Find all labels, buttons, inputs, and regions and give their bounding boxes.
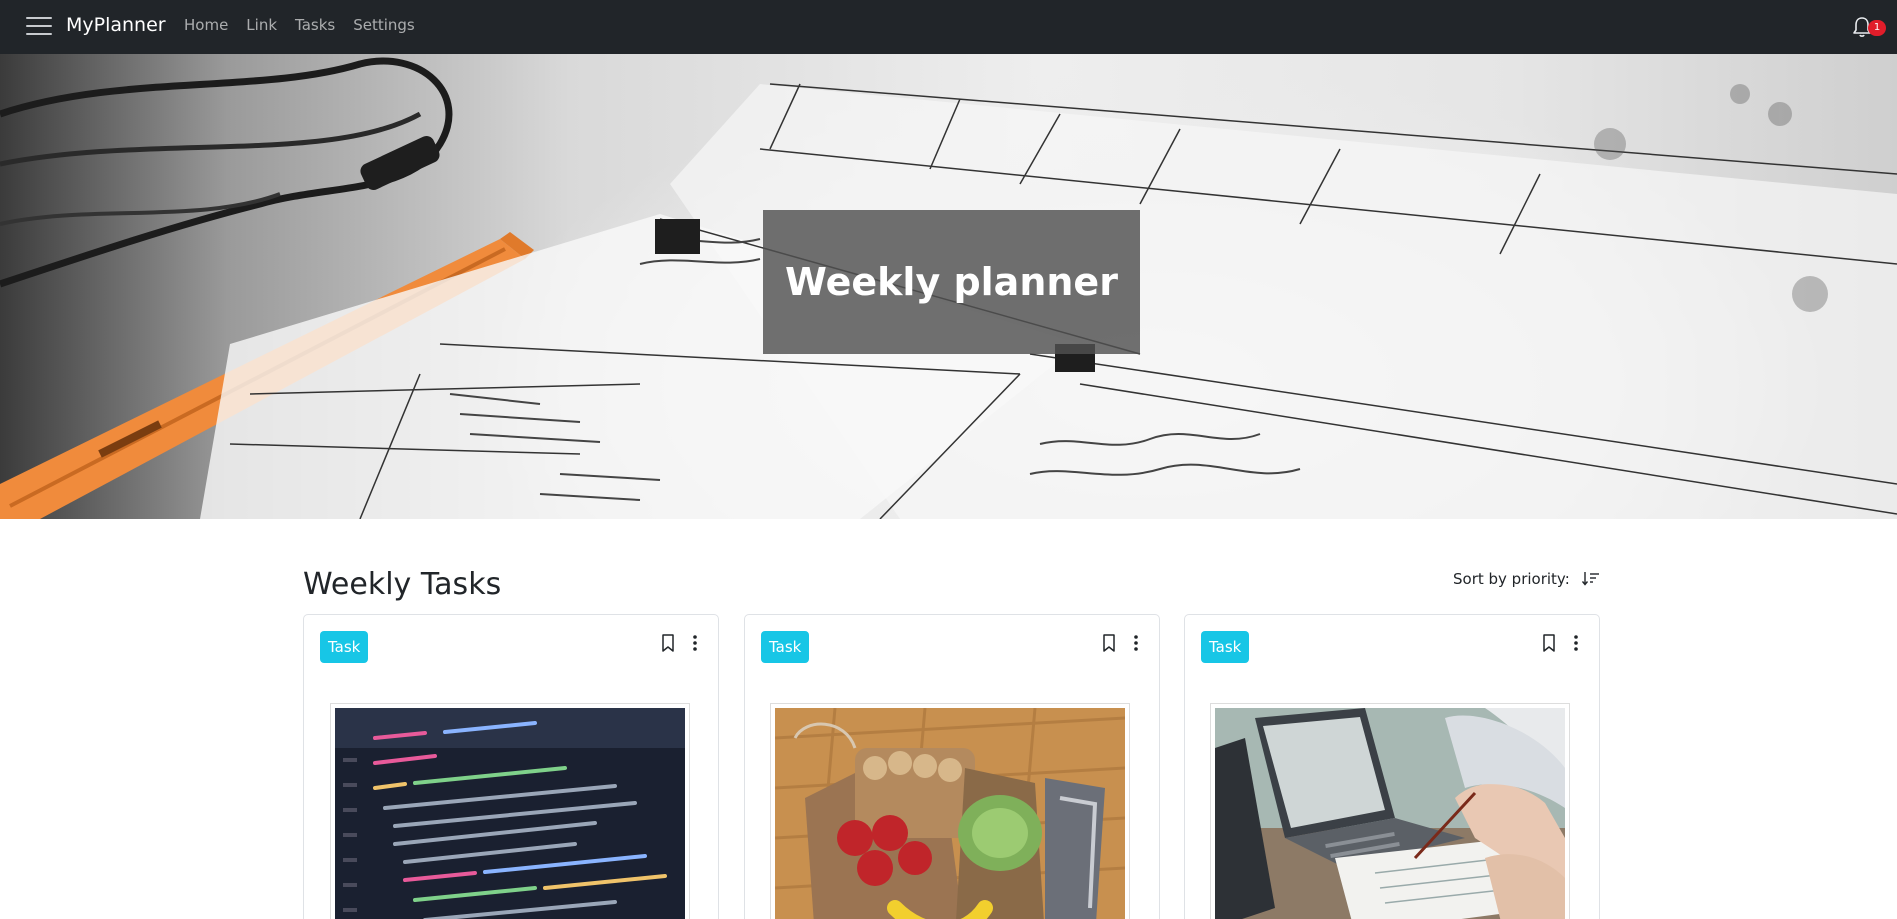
laptop-desk-photo xyxy=(1215,708,1565,919)
hero-banner: Weekly planner xyxy=(0,54,1897,519)
nav-link-home[interactable]: Home xyxy=(184,16,228,34)
sort-label: Sort by priority: xyxy=(1453,570,1570,588)
task-thumbnail[interactable] xyxy=(330,703,690,919)
bookmark-icon[interactable] xyxy=(659,633,677,653)
notification-badge: 1 xyxy=(1868,20,1886,36)
section-title: Weekly Tasks xyxy=(303,567,502,602)
task-badge[interactable]: Task xyxy=(1201,631,1250,663)
nav-link-tasks[interactable]: Tasks xyxy=(295,16,335,34)
task-card: Task xyxy=(744,614,1160,919)
nav-link-link[interactable]: Link xyxy=(246,16,277,34)
task-thumbnail[interactable] xyxy=(770,703,1130,919)
grocery-bag-photo xyxy=(775,708,1125,919)
nav-link-settings[interactable]: Settings xyxy=(353,16,415,34)
task-card: Task xyxy=(303,614,719,919)
bookmark-icon[interactable] xyxy=(1540,633,1558,653)
hamburger-icon[interactable] xyxy=(26,16,52,36)
task-badge[interactable]: Task xyxy=(320,631,369,663)
brand-logo[interactable]: MyPlanner xyxy=(66,14,166,36)
bookmark-icon[interactable] xyxy=(1100,633,1118,653)
task-card: Task xyxy=(1184,614,1600,919)
hero-title: Weekly planner xyxy=(785,260,1118,304)
hero-title-box: Weekly planner xyxy=(763,210,1140,354)
sort-descending-icon[interactable] xyxy=(1582,571,1600,587)
more-vertical-icon[interactable] xyxy=(686,633,704,653)
nav-links: Home Link Tasks Settings xyxy=(184,16,415,34)
more-vertical-icon[interactable] xyxy=(1567,633,1585,653)
task-thumbnail[interactable] xyxy=(1210,703,1570,919)
top-navbar: MyPlanner Home Link Tasks Settings 1 xyxy=(0,0,1897,54)
task-badge[interactable]: Task xyxy=(761,631,810,663)
code-screen-photo xyxy=(335,708,685,919)
more-vertical-icon[interactable] xyxy=(1127,633,1145,653)
